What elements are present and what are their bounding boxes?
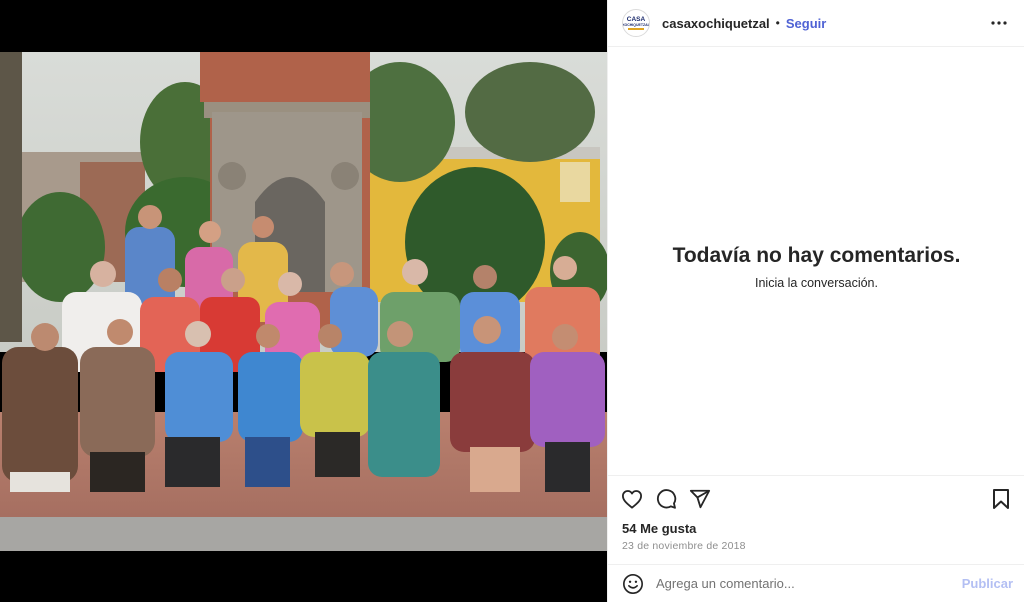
post-date: 23 de noviembre de 2018 (622, 540, 746, 552)
publish-button[interactable]: Publicar (962, 576, 1013, 591)
comments-section: Todavía no hay comentarios. Inicia la co… (608, 47, 1024, 475)
post-photo[interactable] (0, 52, 607, 551)
heart-icon (622, 489, 642, 509)
like-button[interactable] (616, 483, 648, 515)
share-button[interactable] (684, 483, 716, 515)
comment-button[interactable] (650, 483, 682, 515)
avatar-logo-subtext: XOCHIQUETZAL (622, 23, 650, 27)
empty-comments-subtitle: Inicia la conversación. (755, 276, 878, 290)
avatar-logo-bar (628, 28, 644, 30)
share-icon (689, 489, 711, 508)
separator-dot: • (775, 16, 780, 30)
follow-button[interactable]: Seguir (786, 16, 826, 31)
likes-count[interactable]: 54 Me gusta (622, 521, 696, 536)
emoji-button[interactable] (620, 571, 646, 597)
emoji-icon (623, 573, 643, 594)
comment-composer: Publicar (608, 564, 1024, 602)
avatar[interactable]: CASA XOCHIQUETZAL (622, 9, 650, 37)
save-button[interactable] (985, 483, 1017, 515)
action-bar (608, 475, 1024, 521)
comment-input[interactable] (656, 576, 962, 591)
post-side-panel: CASA XOCHIQUETZAL casaxochiquetzal • Seg… (607, 0, 1024, 602)
username-link[interactable]: casaxochiquetzal (662, 16, 770, 31)
more-horizontal-icon (991, 21, 1007, 25)
more-options-button[interactable] (987, 11, 1011, 35)
empty-comments-title: Todavía no hay comentarios. (672, 244, 961, 267)
post-header: CASA XOCHIQUETZAL casaxochiquetzal • Seg… (608, 0, 1024, 47)
comment-icon (657, 488, 677, 509)
avatar-logo-text: CASA (626, 16, 646, 23)
media-pane (0, 0, 607, 602)
bookmark-icon (993, 488, 1009, 509)
